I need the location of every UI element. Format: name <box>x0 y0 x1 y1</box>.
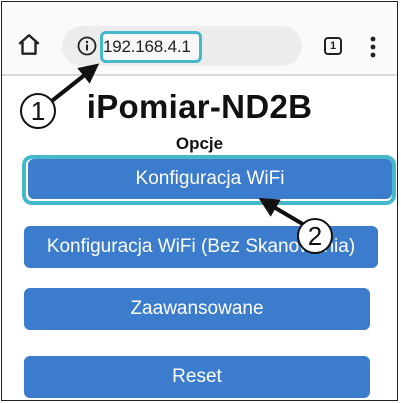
menu-icon[interactable] <box>369 35 377 59</box>
url-text[interactable]: 192.168.4.1 <box>103 37 191 57</box>
page-title: iPomiar-ND2B <box>86 88 313 125</box>
page-subtitle: Opcje <box>175 134 224 153</box>
advanced-button[interactable]: Zaawansowane <box>24 288 370 330</box>
callout-2: 2 <box>297 218 333 254</box>
tabs-icon[interactable]: 1 <box>324 37 342 55</box>
wifi-config-button[interactable]: Konfiguracja WiFi <box>28 159 392 199</box>
callout-1: 1 <box>20 93 56 129</box>
reset-button[interactable]: Reset <box>24 356 370 398</box>
info-icon[interactable] <box>77 36 97 56</box>
screenshot-frame: 192.168.4.1 1 iPomiar-ND2B Opcje Konfigu… <box>1 1 398 401</box>
home-icon[interactable] <box>16 32 42 58</box>
